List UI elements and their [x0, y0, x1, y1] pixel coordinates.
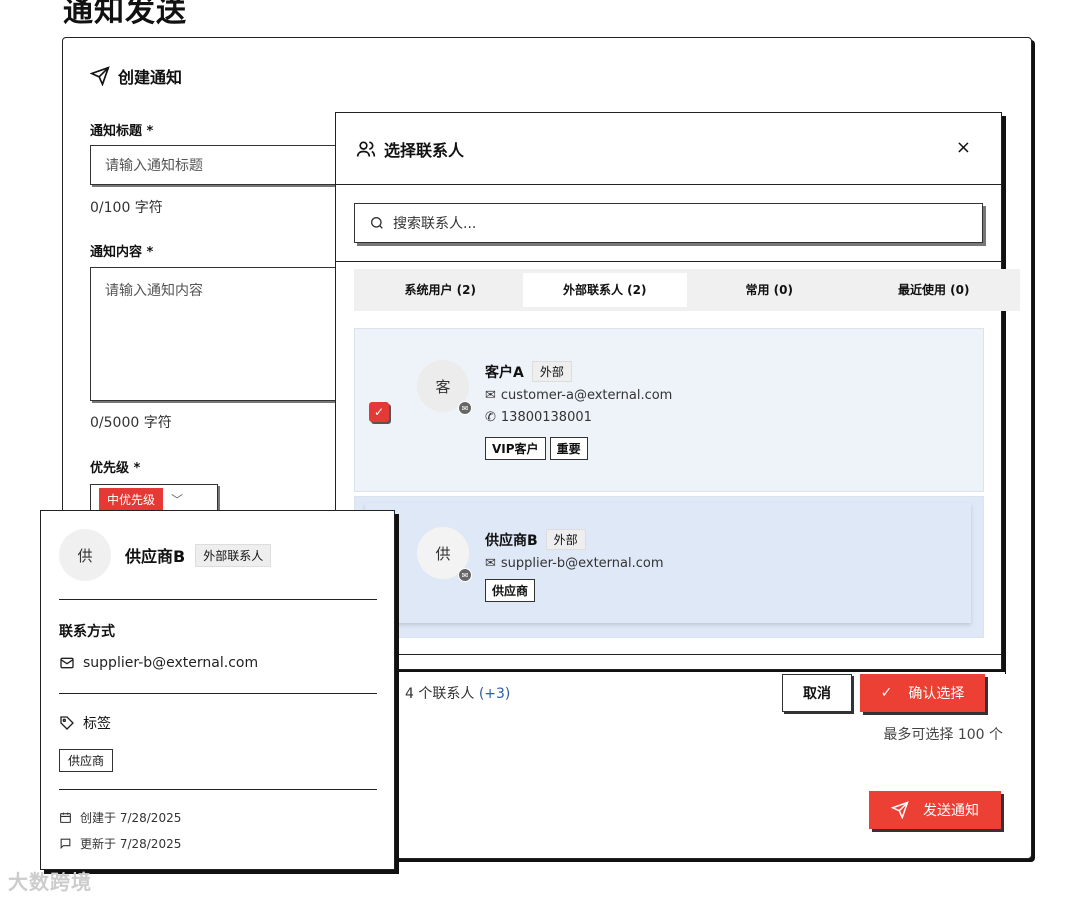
dialog-header: 选择联系人 × — [336, 113, 1001, 185]
contact-name: 供应商B 外部 — [485, 529, 586, 550]
select-contacts-dialog: 选择联系人 × 搜索联系人... 系统用户 (2) 外部联系人 (2) 常用 (… — [335, 112, 1020, 670]
contact-method-heading: 联系方式 — [59, 624, 115, 640]
contact-name-text: 供应商B — [485, 532, 538, 549]
priority-value: 中优先级 — [99, 487, 164, 511]
divider — [59, 693, 377, 694]
send-icon — [891, 801, 909, 819]
contact-search-input[interactable]: 搜索联系人... — [354, 203, 983, 243]
dialog-title: 选择联系人 — [384, 140, 465, 160]
search-placeholder: 搜索联系人... — [393, 216, 477, 232]
contact-list: ✓ 客 ✉ 客户A 外部 ✉ customer-a@external.com ✆… — [354, 328, 984, 638]
contact-email-text: customer-a@external.com — [500, 388, 673, 403]
contact-type-badge: 外部 — [531, 361, 572, 382]
title-char-count: 0/100 字符 — [90, 200, 163, 216]
tag: 重要 — [549, 437, 588, 460]
contact-type-badge: 外部 — [545, 529, 586, 550]
contact-email-text: supplier-b@external.com — [500, 556, 664, 571]
card-title: 创建通知 — [118, 68, 183, 87]
users-icon — [356, 141, 376, 157]
content-label: 通知内容 * — [90, 245, 154, 260]
updated-date-text: 更新于 7/28/2025 — [80, 837, 182, 851]
checkbox-checked-icon[interactable]: ✓ — [369, 402, 389, 422]
tags-heading-text: 标签 — [83, 716, 111, 732]
page-title: 通知发送 — [63, 0, 187, 29]
created-date: 创建于 7/28/2025 — [59, 809, 181, 826]
divider — [336, 261, 1001, 262]
contact-phone-text: 13800138001 — [500, 410, 592, 425]
created-date-text: 创建于 7/28/2025 — [80, 811, 182, 825]
contact-email: ✉ supplier-b@external.com — [485, 556, 664, 571]
watermark-logo: 大数跨境 — [8, 870, 92, 894]
contact-phone: ✆ 13800138001 — [485, 410, 592, 425]
send-notification-button[interactable]: 发送通知 — [869, 791, 1001, 829]
popover-name-text: 供应商B — [125, 547, 186, 566]
confirm-label: 确认选择 — [908, 686, 965, 702]
divider — [59, 599, 377, 600]
mail-icon: ✉ — [485, 388, 496, 403]
contact-type-badge: 外部联系人 — [195, 543, 272, 567]
send-icon — [90, 66, 110, 86]
mail-icon: ✉ — [485, 556, 496, 571]
comment-icon — [60, 838, 71, 850]
hovered-contact-card[interactable]: 供 ✉ 供应商B 外部 ✉ supplier-b@external.com 供应… — [365, 503, 971, 623]
card-header: 创建通知 — [90, 64, 182, 88]
mail-badge-icon: ✉ — [458, 401, 472, 415]
tag-icon — [60, 716, 74, 730]
dialog-footer: 4 个联系人 (+3) 取消 ✓ 确认选择 — [395, 672, 1005, 714]
content-char-count: 0/5000 字符 — [90, 415, 172, 431]
updated-date: 更新于 7/28/2025 — [59, 835, 181, 852]
phone-icon: ✆ — [485, 410, 496, 425]
calendar-icon — [60, 812, 71, 823]
tags-heading: 标签 — [59, 713, 111, 733]
tab-system-users[interactable]: 系统用户 (2) — [358, 273, 523, 307]
list-item[interactable]: ✓ 客 ✉ 客户A 外部 ✉ customer-a@external.com ✆… — [354, 328, 984, 492]
mail-badge-icon: ✉ — [458, 568, 472, 582]
check-icon: ✓ — [880, 685, 893, 701]
confirm-selection-button[interactable]: ✓ 确认选择 — [860, 674, 985, 712]
chevron-down-icon: ﹀ — [171, 492, 184, 507]
contact-tags: 供应商 — [485, 579, 536, 602]
selected-extra[interactable]: (+3) — [479, 686, 511, 702]
popover-contact-name: 供应商B 外部联系人 — [125, 543, 272, 567]
contact-detail-popover: 供 供应商B 外部联系人 联系方式 supplier-b@external.co… — [40, 510, 395, 870]
contact-tags: VIP客户 重要 — [485, 437, 588, 460]
popover-email: supplier-b@external.com — [59, 655, 258, 671]
divider — [336, 654, 1001, 655]
contact-name-text: 客户A — [485, 364, 524, 381]
tab-external-contacts[interactable]: 外部联系人 (2) — [522, 273, 687, 307]
close-icon[interactable]: × — [956, 137, 971, 158]
tab-frequent[interactable]: 常用 (0) — [687, 273, 852, 307]
popover-email-text: supplier-b@external.com — [83, 655, 259, 671]
send-label: 发送通知 — [923, 803, 979, 819]
divider — [59, 789, 377, 790]
cancel-button[interactable]: 取消 — [782, 674, 852, 712]
selected-count-text: 4 个联系人 — [405, 686, 475, 702]
selection-limit-hint: 最多可选择 100 个 — [883, 727, 1003, 743]
mail-icon — [60, 657, 74, 669]
tag: 供应商 — [485, 579, 536, 602]
search-icon — [371, 217, 383, 229]
contact-name: 客户A 外部 — [485, 361, 572, 382]
avatar: 供 — [59, 529, 111, 581]
list-item[interactable]: 供 ✉ 供应商B 外部 ✉ supplier-b@external.com 供应… — [354, 496, 984, 638]
tab-recent[interactable]: 最近使用 (0) — [852, 273, 1017, 307]
tag: VIP客户 — [485, 437, 546, 460]
selected-count: 4 个联系人 (+3) — [405, 683, 510, 703]
contact-tabs: 系统用户 (2) 外部联系人 (2) 常用 (0) 最近使用 (0) — [354, 269, 1020, 311]
tag: 供应商 — [59, 749, 114, 772]
priority-label: 优先级 * — [90, 461, 141, 476]
title-label: 通知标题 * — [90, 124, 154, 139]
contact-email: ✉ customer-a@external.com — [485, 388, 672, 403]
